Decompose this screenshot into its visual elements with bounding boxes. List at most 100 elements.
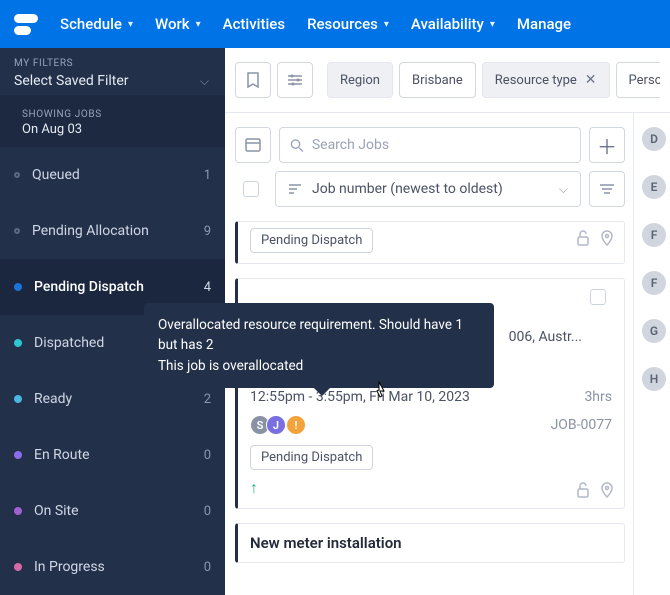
resource-avatar[interactable]: H [642,367,666,391]
job-card[interactable]: New meter installation [235,523,625,563]
status-badge: Pending Dispatch [250,445,373,470]
status-item-on-site[interactable]: On Site0 [0,483,225,539]
status-label: Pending Dispatch [34,279,204,295]
job-checkbox[interactable] [590,289,606,305]
chevron-down-icon: ▾ [490,19,495,30]
search-icon [290,138,304,153]
assignee-row: SJ ! JOB-0077 [250,415,612,435]
search-jobs[interactable] [279,127,581,163]
job-duration: 3hrs [584,389,612,405]
nav-activities[interactable]: Activities [223,15,285,33]
nav-work[interactable]: Work▾ [155,15,201,33]
chevron-down-icon: ▾ [384,19,389,30]
status-label: In Progress [34,559,204,575]
status-count: 4 [204,280,211,295]
conflict-text: 2 rule conflicts [274,365,367,381]
status-dot [14,283,22,291]
status-dot [14,172,20,178]
sort-options-button[interactable] [589,171,625,207]
status-count: 1 [204,168,211,183]
status-item-ready[interactable]: Ready2 [0,371,225,427]
nav-availability[interactable]: Availability▾ [411,15,495,33]
bookmark-icon [246,72,260,88]
settings-button[interactable] [277,62,313,98]
chevron-down-icon: ▾ [128,19,133,30]
status-label: Pending Allocation [32,223,204,239]
top-nav: Schedule▾ Work▾ Activities Resources▾ Av… [0,0,670,48]
nav-manage[interactable]: Manage [517,15,571,33]
job-card[interactable]: 006, Austr... ! 2 rule conflicts 12:55pm… [235,278,625,509]
chevron-down-icon: ⌵ [559,182,568,197]
main-panel: RegionBrisbaneResource type✕Person ＋ [225,48,670,595]
status-count: 0 [204,560,211,575]
status-item-en-route[interactable]: En Route0 [0,427,225,483]
status-item-pending-dispatch[interactable]: Pending Dispatch4 [0,259,225,315]
arrow-up-icon: ↑ [250,478,258,497]
status-list: Queued1Pending Allocation9Pending Dispat… [0,147,225,595]
conflict-row[interactable]: ! 2 rule conflicts [250,365,612,381]
filter-chip-resource-type[interactable]: Resource type✕ [482,62,610,98]
lock-icon[interactable] [576,482,590,498]
status-label: Queued [32,167,204,183]
status-dot [14,228,20,234]
status-dot [14,339,22,347]
panel-toggle-button[interactable] [235,127,271,163]
allocation-panel: DEFFGH [634,113,670,595]
select-all-checkbox[interactable] [243,181,259,197]
status-count: 2 [204,392,211,407]
job-card[interactable]: Pending Dispatch [235,221,625,264]
job-time: 12:55pm - 3:55pm, Fri Mar 10, 2023 [250,389,470,405]
resource-avatar[interactable]: G [642,319,666,343]
status-label: On Site [34,503,204,519]
status-item-dispatched[interactable]: Dispatched4 [0,315,225,371]
bookmark-button[interactable] [235,62,271,98]
status-count: 0 [204,504,211,519]
status-item-in-progress[interactable]: In Progress0 [0,539,225,595]
location-icon[interactable] [600,230,614,246]
showing-date: On Aug 03 [22,122,211,137]
status-label: En Route [34,447,204,463]
nav-resources[interactable]: Resources▾ [307,15,389,33]
warn-avatar: ! [286,415,306,435]
nav-schedule[interactable]: Schedule▾ [60,15,133,33]
status-dot [14,507,22,515]
jobs-panel: ＋ Job number (newest to oldest) ⌵ [225,113,634,595]
status-item-pending-allocation[interactable]: Pending Allocation9 [0,203,225,259]
showing-jobs-label: SHOWING JOBS [22,109,211,120]
filter-icon [599,182,615,196]
resource-avatar[interactable]: F [642,271,666,295]
sort-icon [288,183,302,195]
status-count: 9 [204,224,211,239]
status-count: 4 [204,336,211,351]
sidebar: MY FILTERS Select Saved Filter ⌵ SHOWING… [0,48,225,595]
job-list: Pending Dispatch 006, Austr... ! 2 rule … [225,221,625,595]
job-number: JOB-0077 [551,417,612,433]
card-actions [576,230,614,246]
saved-filter-select[interactable]: Select Saved Filter ⌵ [14,73,211,89]
status-badge: Pending Dispatch [250,228,373,253]
sort-select[interactable]: Job number (newest to oldest) ⌵ [275,171,581,207]
status-label: Dispatched [34,335,204,351]
location-icon[interactable] [600,482,614,498]
lock-icon[interactable] [576,230,590,246]
sliders-icon [287,73,303,87]
status-dot [14,563,22,571]
status-dot [14,451,22,459]
resource-avatar[interactable]: E [642,175,666,199]
job-address: 006, Austr... [250,329,582,345]
panel-icon [245,138,261,152]
close-icon[interactable]: ✕ [585,72,597,88]
filter-chip-region[interactable]: Region [327,62,393,98]
app-logo [14,14,38,35]
search-input[interactable] [312,137,570,153]
filter-chip-brisbane[interactable]: Brisbane [399,62,476,98]
resource-avatar[interactable]: D [642,127,666,151]
add-job-button[interactable]: ＋ [589,127,625,163]
alert-icon: ! [250,365,266,381]
my-filters-label: MY FILTERS [14,58,211,69]
filter-chip-person[interactable]: Person [616,62,660,98]
filter-bar: RegionBrisbaneResource type✕Person [225,48,670,113]
avatar: J [266,415,286,435]
resource-avatar[interactable]: F [642,223,666,247]
status-item-queued[interactable]: Queued1 [0,147,225,203]
